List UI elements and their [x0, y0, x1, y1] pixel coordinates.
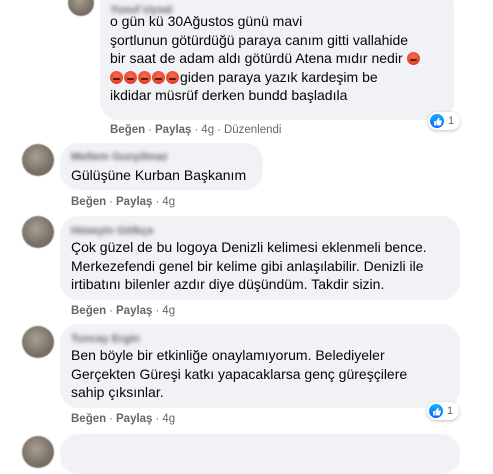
- comment-author[interactable]: Hüseyin Gölkçe: [71, 225, 154, 238]
- comment-actions: Beğen · Paylaş · 4g: [71, 305, 176, 317]
- share-button[interactable]: Paylaş: [116, 305, 152, 317]
- angry-emoji-icon: [406, 52, 420, 65]
- comment-text: Gülüşüne Kurban Başkanım: [71, 167, 247, 183]
- commenter-avatar[interactable]: [68, 0, 94, 16]
- angry-emoji-icon: [110, 70, 123, 84]
- share-button[interactable]: Paylaş: [116, 413, 152, 425]
- edited-label[interactable]: Düzenlendi: [224, 124, 282, 136]
- like-button[interactable]: Beğen: [71, 413, 106, 425]
- timestamp[interactable]: 4g: [201, 124, 214, 136]
- timestamp[interactable]: 4g: [162, 196, 175, 208]
- commenter-avatar[interactable]: [22, 326, 54, 358]
- timestamp[interactable]: 4g: [162, 305, 175, 317]
- share-button[interactable]: Paylaş: [116, 196, 152, 208]
- like-button[interactable]: Beğen: [71, 196, 106, 208]
- comment-text: o gün kü 30Ağustos günü mavi şortlunun g…: [110, 12, 450, 105]
- like-icon: [429, 404, 443, 418]
- like-button[interactable]: Beğen: [71, 305, 106, 317]
- comment-actions: Beğen · Paylaş · 4g · Düzenlendi: [110, 124, 282, 136]
- like-icon: [430, 114, 444, 128]
- timestamp[interactable]: 4g: [162, 413, 175, 425]
- angry-emoji-icon: [124, 70, 137, 84]
- comment-bubble: [60, 434, 460, 474]
- comment-actions: Beğen · Paylaş · 4g: [71, 413, 176, 425]
- share-button[interactable]: Paylaş: [155, 124, 191, 136]
- angry-emoji-icon: [152, 70, 165, 84]
- comment-author[interactable]: Meltem Gunyilmaz: [71, 151, 168, 164]
- like-button[interactable]: Beğen: [110, 124, 145, 136]
- commenter-avatar[interactable]: [22, 144, 54, 176]
- comment-author[interactable]: Tuncay Ergin: [71, 333, 140, 346]
- angry-emoji-icon: [138, 70, 151, 84]
- commenter-avatar[interactable]: [22, 216, 54, 248]
- reaction-count[interactable]: 1: [428, 112, 461, 130]
- reaction-count[interactable]: 1: [427, 402, 460, 420]
- angry-emoji-icon: [166, 70, 179, 84]
- comment-actions: Beğen · Paylaş · 4g: [71, 196, 176, 208]
- comment-text: Ben böyle bir etkinliğe onaylamıyorum. B…: [71, 347, 408, 400]
- commenter-avatar[interactable]: [22, 436, 54, 468]
- comment-text: Çok güzel de bu logoya Denizli kelimesi …: [71, 239, 427, 292]
